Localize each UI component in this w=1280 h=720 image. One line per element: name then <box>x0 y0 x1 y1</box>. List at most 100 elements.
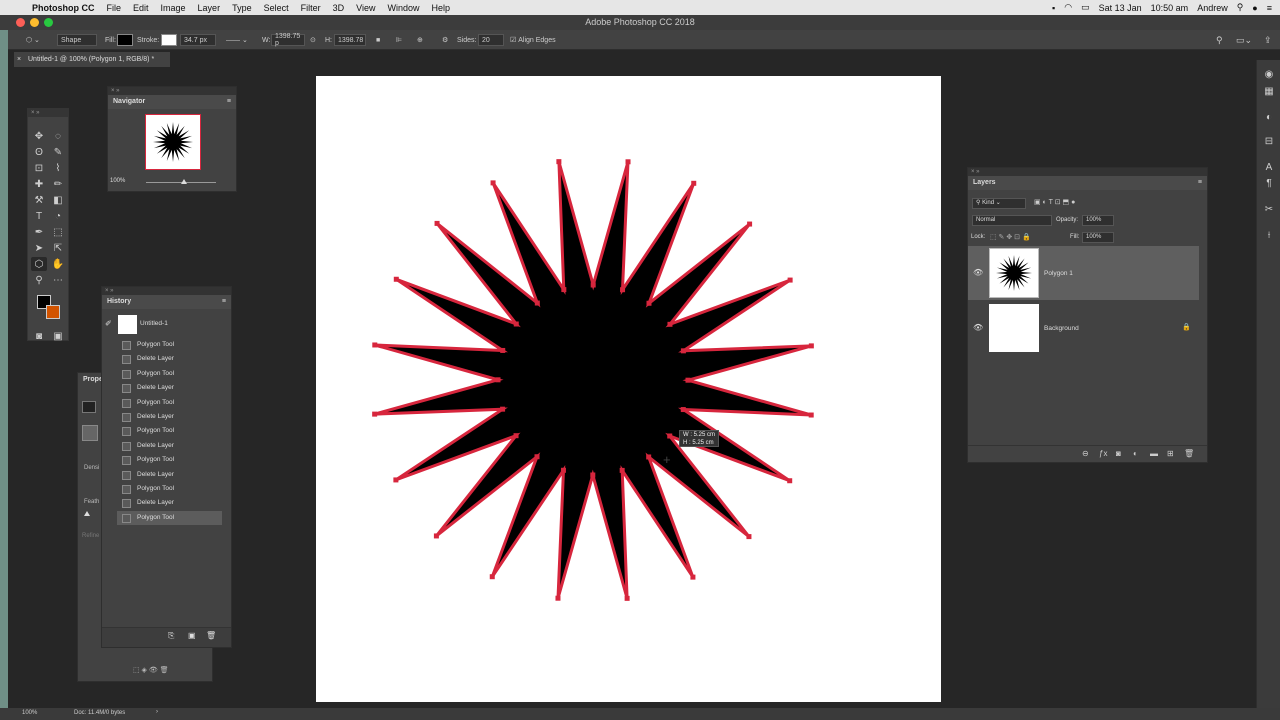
adjustments-icon[interactable]: ◐ <box>1262 110 1276 124</box>
background-color-swatch[interactable] <box>46 305 60 319</box>
history-state-row[interactable]: Delete Layer <box>117 352 222 366</box>
opacity-input[interactable]: 100% <box>1082 215 1114 226</box>
pixel-mask-icon[interactable] <box>82 401 96 413</box>
polygon-tool-icon[interactable]: ⬡ <box>31 257 47 271</box>
anchor-point[interactable] <box>787 478 793 484</box>
camera-snapshot-icon[interactable]: ▣ <box>188 631 196 640</box>
anchor-point[interactable] <box>500 406 506 412</box>
clone-stamp-tool-icon[interactable]: ⚒ <box>31 193 47 207</box>
new-group-icon[interactable]: ▬ <box>1150 449 1158 458</box>
history-state-row[interactable]: Delete Layer <box>117 381 222 395</box>
new-layer-icon[interactable]: ⊞ <box>1167 449 1174 458</box>
anchor-point[interactable] <box>555 595 561 601</box>
anchor-point[interactable] <box>433 533 439 539</box>
move-tool-icon[interactable]: ✥ <box>31 129 47 143</box>
layer-filter-icons[interactable]: ▣ ◐ T ⊡ ⬒ ● <box>1034 198 1075 206</box>
lock-icons[interactable]: ⬚ ✎ ✥ ⊡ 🔒 <box>990 233 1031 241</box>
history-state-row[interactable]: Polygon Tool <box>117 510 222 525</box>
frame-tool-icon[interactable]: ⬚ <box>50 225 66 239</box>
layer-row-background[interactable]: 👁 Background 🔒 <box>968 302 1199 354</box>
blend-mode-select[interactable]: Normal <box>972 215 1052 226</box>
anchor-point[interactable] <box>495 377 501 383</box>
anchor-point[interactable] <box>787 277 793 283</box>
anchor-point[interactable] <box>620 287 626 293</box>
history-state-row[interactable]: Delete Layer <box>117 410 222 424</box>
anchor-point[interactable] <box>690 574 696 580</box>
anchor-point[interactable] <box>500 347 506 353</box>
vector-mask-icon[interactable] <box>82 425 98 441</box>
anchor-point[interactable] <box>646 454 652 460</box>
navigator-panel-grip[interactable]: × » <box>108 87 236 95</box>
navigator-preview[interactable] <box>145 114 201 170</box>
blur-tool-icon[interactable]: ◔ <box>50 209 66 223</box>
paths-icon[interactable]: ⟊ <box>1262 228 1276 242</box>
anchor-point[interactable] <box>590 282 596 288</box>
feather-slider-thumb[interactable] <box>84 511 90 516</box>
status-zoom[interactable]: 100% <box>22 710 37 716</box>
anchor-point[interactable] <box>513 321 519 327</box>
anchor-point[interactable] <box>624 595 630 601</box>
quick-selection-tool-icon[interactable]: ✎ <box>50 145 66 159</box>
history-brush-icon[interactable]: ✐ <box>105 319 112 328</box>
filter-kind-select[interactable]: ⚲ Kind ⌄ <box>972 198 1026 209</box>
path-selection-tool-icon[interactable]: ➤ <box>31 241 47 255</box>
learn-icon[interactable]: ◉ <box>1262 67 1276 81</box>
adjustment-layer-icon[interactable]: ◐ <box>1133 449 1138 458</box>
new-document-from-state-icon[interactable]: ⎘ <box>168 631 174 641</box>
anchor-point[interactable] <box>534 454 540 460</box>
anchor-point[interactable] <box>625 159 631 165</box>
layers-title[interactable]: Layers <box>973 179 996 186</box>
type-tool-icon[interactable]: T <box>31 209 47 223</box>
more-tools-icon[interactable]: ⋯ <box>50 273 66 287</box>
healing-brush-tool-icon[interactable]: ✚ <box>31 177 47 191</box>
add-mask-icon[interactable]: ◙ <box>1116 449 1121 458</box>
anchor-point[interactable] <box>646 300 652 306</box>
history-snapshot-row[interactable]: ✐ Untitled-1 <box>103 313 222 335</box>
anchor-point[interactable] <box>590 472 596 478</box>
anchor-point[interactable] <box>746 534 752 540</box>
panel-menu-icon[interactable]: ≡ <box>1198 176 1202 190</box>
history-state-row[interactable]: Delete Layer <box>117 439 222 453</box>
layers-panel-grip[interactable]: × » <box>968 168 1207 176</box>
brush-tool-icon[interactable]: ✏ <box>50 177 66 191</box>
anchor-point[interactable] <box>691 180 697 186</box>
anchor-point[interactable] <box>808 343 814 349</box>
brushes-icon[interactable]: ✂ <box>1262 202 1276 216</box>
anchor-point[interactable] <box>393 477 399 483</box>
anchor-point[interactable] <box>393 276 399 282</box>
history-state-row[interactable]: Polygon Tool <box>117 367 222 381</box>
trash-icon[interactable]: 🗑 <box>206 631 216 640</box>
tools-panel-grip[interactable]: × » <box>28 109 68 117</box>
properties-footer-icons[interactable]: ⬚ ◈ 👁 🗑 <box>133 666 169 674</box>
screen-mode-icon[interactable]: ▣ <box>50 329 66 343</box>
history-state-row[interactable]: Polygon Tool <box>117 453 222 467</box>
swatches-icon[interactable]: ▦ <box>1262 84 1276 98</box>
history-state-row[interactable]: Polygon Tool <box>117 482 222 496</box>
eyedropper-tool-icon[interactable]: ⌇ <box>50 161 66 175</box>
eraser-tool-icon[interactable]: ◧ <box>50 193 66 207</box>
link-layers-icon[interactable]: ⊖ <box>1082 449 1089 458</box>
anchor-point[interactable] <box>808 412 814 418</box>
anchor-point[interactable] <box>490 180 496 186</box>
anchor-point[interactable] <box>372 411 378 417</box>
fx-icon[interactable]: ƒx <box>1099 449 1107 458</box>
history-state-row[interactable]: Delete Layer <box>117 496 222 510</box>
star-polygon-shape[interactable] <box>374 161 812 599</box>
character-icon[interactable]: A <box>1262 160 1276 174</box>
navigator-zoom[interactable]: 100% <box>110 178 125 184</box>
history-state-row[interactable]: Delete Layer <box>117 468 222 482</box>
anchor-point[interactable] <box>534 300 540 306</box>
anchor-point[interactable] <box>513 433 519 439</box>
panel-menu-icon[interactable]: ≡ <box>227 95 231 109</box>
anchor-point[interactable] <box>680 407 686 413</box>
fill-input[interactable]: 100% <box>1082 232 1114 243</box>
history-state-row[interactable]: Polygon Tool <box>117 338 222 352</box>
libraries-icon[interactable]: ⊟ <box>1262 134 1276 148</box>
navigator-title[interactable]: Navigator <box>113 98 145 105</box>
delete-layer-icon[interactable]: 🗑 <box>1184 449 1194 458</box>
anchor-point[interactable] <box>619 467 625 473</box>
anchor-point[interactable] <box>680 348 686 354</box>
anchor-point[interactable] <box>489 574 495 580</box>
anchor-point[interactable] <box>685 377 691 383</box>
history-panel-grip[interactable]: × » <box>102 287 231 295</box>
